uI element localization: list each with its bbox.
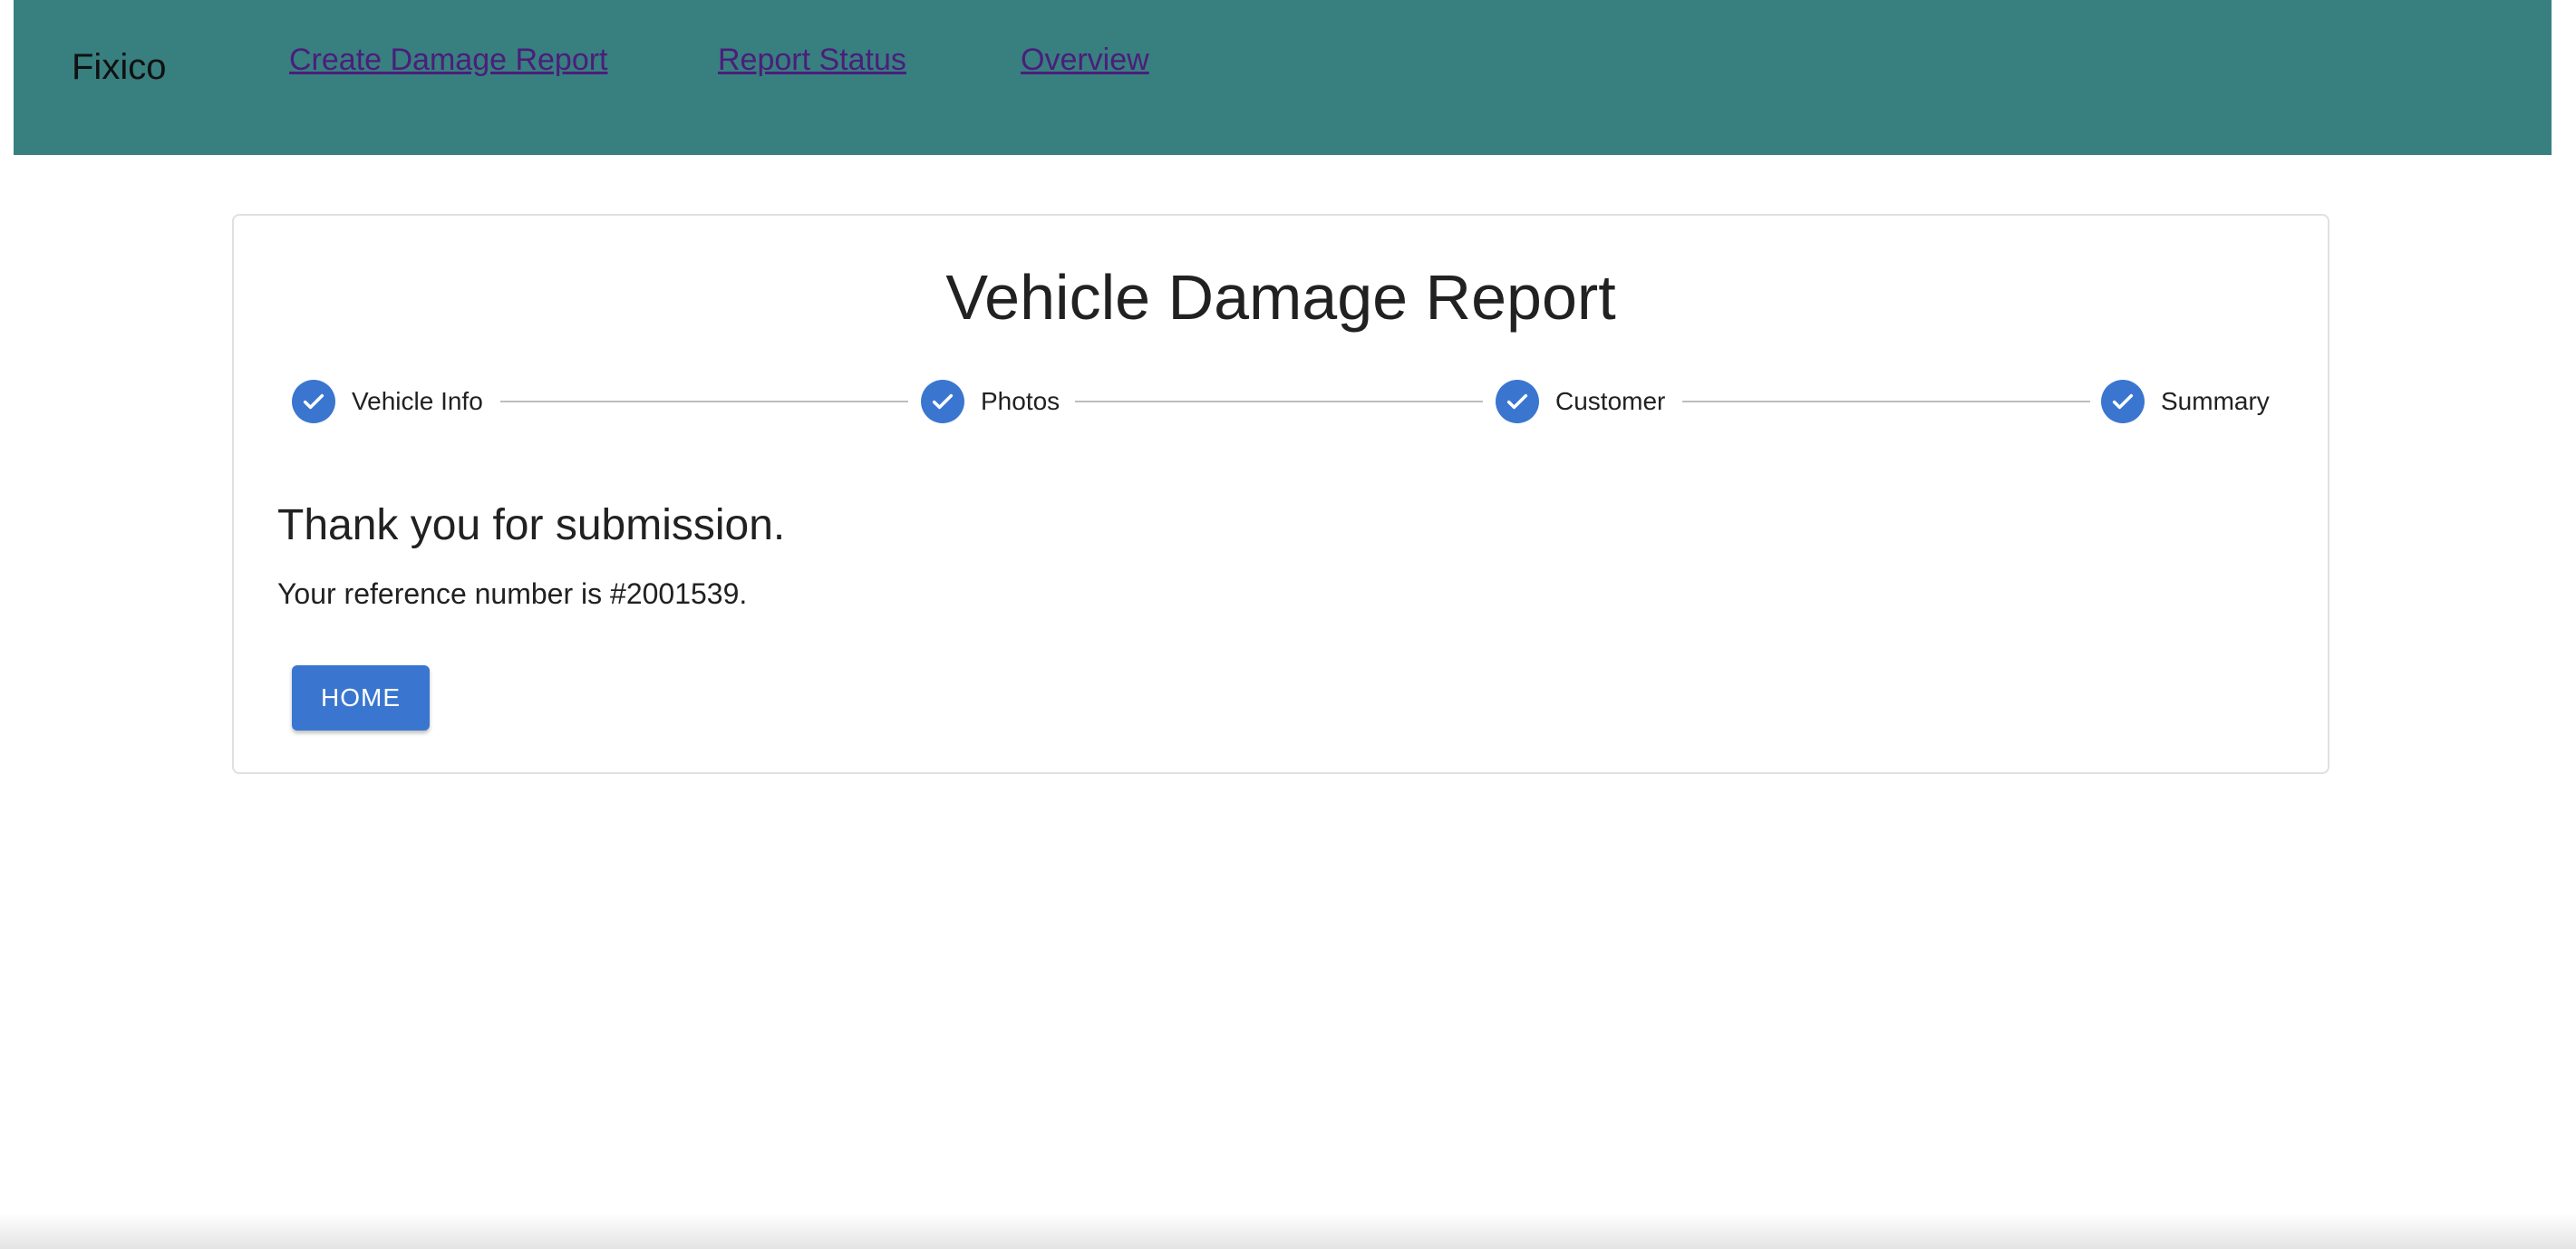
progress-stepper: Vehicle Info Photos Customer Summary: [292, 379, 2275, 424]
step-customer: Customer: [1496, 379, 1665, 424]
check-icon: [1496, 380, 1539, 423]
reference-number-text: Your reference number is #2001539.: [277, 577, 748, 610]
report-card: Vehicle Damage Report Vehicle Info Photo…: [232, 214, 2329, 774]
step-label: Photos: [981, 387, 1060, 415]
page-title: Vehicle Damage Report: [945, 262, 1616, 333]
step-label: Summary: [2161, 387, 2270, 415]
window-bottom-shadow: [0, 1213, 2576, 1249]
check-icon: [2101, 380, 2145, 423]
check-icon: [292, 380, 335, 423]
top-navbar: Fixico Create Damage Report Report Statu…: [14, 0, 2552, 155]
nav-link-overview[interactable]: Overview: [1021, 40, 1149, 80]
step-connector: [1682, 401, 2090, 402]
nav-link-report-status[interactable]: Report Status: [718, 40, 906, 80]
check-icon: [921, 380, 964, 423]
home-button[interactable]: HOME: [292, 665, 430, 731]
step-vehicle-info: Vehicle Info: [292, 379, 483, 424]
submission-heading: Thank you for submission.: [277, 501, 786, 549]
nav-link-create-damage-report[interactable]: Create Damage Report: [289, 40, 608, 80]
step-summary: Summary: [2101, 379, 2270, 424]
step-label: Vehicle Info: [352, 387, 483, 415]
step-connector: [1075, 401, 1483, 402]
step-photos: Photos: [921, 379, 1060, 424]
brand-logo-text[interactable]: Fixico: [72, 44, 166, 91]
page: Fixico Create Damage Report Report Statu…: [0, 0, 2576, 1249]
step-label: Customer: [1555, 387, 1666, 415]
step-connector: [500, 401, 908, 402]
